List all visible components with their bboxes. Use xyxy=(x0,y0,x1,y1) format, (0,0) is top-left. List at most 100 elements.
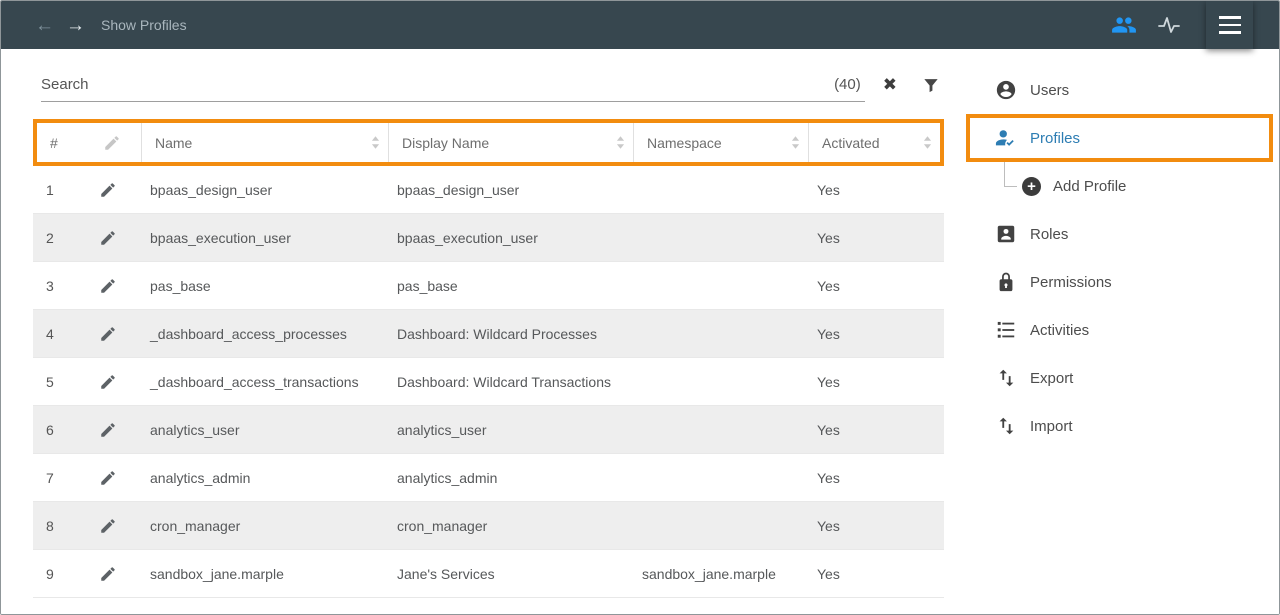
row-number: 1 xyxy=(33,182,89,198)
row-number: 4 xyxy=(33,326,89,342)
pencil-icon xyxy=(99,469,117,487)
table-row[interactable]: 1 bpaas_design_user bpaas_design_user Ye… xyxy=(33,166,944,214)
search-input[interactable] xyxy=(41,76,826,93)
cell-activated: Yes xyxy=(804,326,944,342)
cell-name: cron_manager xyxy=(137,518,384,534)
edit-row-button[interactable] xyxy=(89,565,137,583)
add-profile-icon: + xyxy=(1022,177,1041,196)
sidebar-item-profiles[interactable]: Profiles xyxy=(966,114,1273,162)
content-area: (40) ✖ # N xyxy=(1,49,1279,614)
sort-icon xyxy=(923,135,932,150)
sidebar-item-activities[interactable]: Activities xyxy=(944,306,1279,354)
cell-activated: Yes xyxy=(804,422,944,438)
edit-row-button[interactable] xyxy=(89,181,137,199)
edit-row-button[interactable] xyxy=(89,373,137,391)
cell-activated: Yes xyxy=(804,566,944,582)
column-header-name[interactable]: Name xyxy=(141,123,388,162)
table-row[interactable]: 2 bpaas_execution_user bpaas_execution_u… xyxy=(33,214,944,262)
row-number: 8 xyxy=(33,518,89,534)
sidebar-item-users[interactable]: Users xyxy=(944,66,1279,114)
sidebar-item-roles[interactable]: Roles xyxy=(944,210,1279,258)
sort-icon xyxy=(371,135,380,150)
cell-activated: Yes xyxy=(804,470,944,486)
import-export-arrows-icon xyxy=(995,415,1017,437)
forward-arrow-icon[interactable]: → xyxy=(66,16,85,35)
pencil-icon xyxy=(103,134,121,152)
column-header-display-name[interactable]: Display Name xyxy=(388,123,633,162)
back-arrow-icon[interactable]: ← xyxy=(35,16,54,35)
edit-row-button[interactable] xyxy=(89,421,137,439)
table-row[interactable]: 5 _dashboard_access_transactions Dashboa… xyxy=(33,358,944,406)
cell-display-name: bpaas_design_user xyxy=(384,182,629,198)
cell-name: analytics_user xyxy=(137,422,384,438)
sidebar-item-export[interactable]: Export xyxy=(944,354,1279,402)
app-window: ← → Show Profiles (40) ✖ xyxy=(0,0,1280,615)
profiles-table: # Name Display Name xyxy=(33,119,944,598)
cell-display-name: Dashboard: Wildcard Transactions xyxy=(384,374,629,390)
cell-name: sandbox_jane.marple xyxy=(137,566,384,582)
cell-activated: Yes xyxy=(804,518,944,534)
activity-pulse-icon[interactable] xyxy=(1157,13,1181,37)
pencil-icon xyxy=(99,181,117,199)
pencil-icon xyxy=(99,373,117,391)
sidebar-item-import[interactable]: Import xyxy=(944,402,1279,450)
row-number: 2 xyxy=(33,230,89,246)
column-header-edit xyxy=(93,123,141,162)
row-number: 5 xyxy=(33,374,89,390)
page-title: Show Profiles xyxy=(101,17,187,33)
users-group-icon[interactable] xyxy=(1111,12,1137,38)
column-header-num[interactable]: # xyxy=(37,123,93,162)
column-header-namespace[interactable]: Namespace xyxy=(633,123,808,162)
sort-icon xyxy=(616,135,625,150)
search-bar: (40) ✖ xyxy=(41,65,941,105)
sort-icon xyxy=(791,135,800,150)
hamburger-menu-button[interactable] xyxy=(1206,1,1253,49)
edit-row-button[interactable] xyxy=(89,325,137,343)
user-account-icon xyxy=(995,79,1017,101)
edit-row-button[interactable] xyxy=(89,517,137,535)
cell-activated: Yes xyxy=(804,230,944,246)
cell-display-name: bpaas_execution_user xyxy=(384,230,629,246)
cell-display-name: analytics_admin xyxy=(384,470,629,486)
numbered-list-icon xyxy=(995,319,1017,341)
table-row[interactable]: 4 _dashboard_access_processes Dashboard:… xyxy=(33,310,944,358)
cell-display-name: Dashboard: Wildcard Processes xyxy=(384,326,629,342)
table-row[interactable]: 8 cron_manager cron_manager Yes xyxy=(33,502,944,550)
result-count: (40) xyxy=(826,76,865,93)
cell-name: bpaas_execution_user xyxy=(137,230,384,246)
tree-connector xyxy=(1004,162,1017,187)
menu-bar xyxy=(1219,16,1241,19)
filter-funnel-icon[interactable] xyxy=(921,75,941,95)
cell-display-name: analytics_user xyxy=(384,422,629,438)
sidebar-item-permissions[interactable]: Permissions xyxy=(944,258,1279,306)
column-header-activated[interactable]: Activated xyxy=(808,123,940,162)
topbar: ← → Show Profiles xyxy=(1,1,1279,49)
edit-row-button[interactable] xyxy=(89,469,137,487)
row-number: 9 xyxy=(33,566,89,582)
search-underline: (40) xyxy=(41,68,865,102)
cell-activated: Yes xyxy=(804,374,944,390)
topbar-actions xyxy=(1111,1,1181,49)
cell-activated: Yes xyxy=(804,182,944,198)
table-row[interactable]: 3 pas_base pas_base Yes xyxy=(33,262,944,310)
row-number: 3 xyxy=(33,278,89,294)
table-row[interactable]: 9 sandbox_jane.marple Jane's Services sa… xyxy=(33,550,944,598)
cell-activated: Yes xyxy=(804,278,944,294)
pencil-icon xyxy=(99,277,117,295)
table-row[interactable]: 6 analytics_user analytics_user Yes xyxy=(33,406,944,454)
sidebar-item-add-profile[interactable]: + Add Profile xyxy=(944,162,1279,210)
pencil-icon xyxy=(99,565,117,583)
clear-search-icon[interactable]: ✖ xyxy=(883,75,897,95)
profile-check-icon xyxy=(995,127,1017,149)
pencil-icon xyxy=(99,229,117,247)
row-number: 7 xyxy=(33,470,89,486)
edit-row-button[interactable] xyxy=(89,229,137,247)
import-export-arrows-icon xyxy=(995,367,1017,389)
table-row[interactable]: 7 analytics_admin analytics_admin Yes xyxy=(33,454,944,502)
edit-row-button[interactable] xyxy=(89,277,137,295)
menu-bar xyxy=(1219,24,1241,27)
cell-display-name: pas_base xyxy=(384,278,629,294)
menu-bar xyxy=(1219,31,1241,34)
table-header: # Name Display Name xyxy=(33,119,944,166)
cell-name: _dashboard_access_processes xyxy=(137,326,384,342)
